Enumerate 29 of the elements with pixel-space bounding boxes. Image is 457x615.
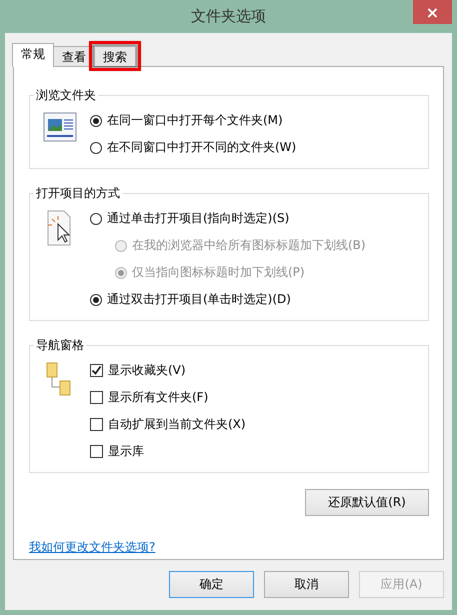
radio-button[interactable]: [90, 212, 102, 224]
option-label: 显示收藏夹(V): [108, 362, 186, 379]
group-title: 打开项目的方式: [35, 185, 121, 202]
option-label: 在同一窗口中打开每个文件夹(M): [107, 112, 283, 129]
checkbox[interactable]: [90, 391, 103, 404]
help-link[interactable]: 我如何更改文件夹选项?: [29, 539, 156, 556]
checkbox[interactable]: [90, 364, 103, 377]
close-button[interactable]: ×: [413, 0, 452, 24]
restore-defaults-button[interactable]: 还原默认值(R): [305, 489, 429, 516]
option-label: 通过单击打开项目(指向时选定)(S): [107, 210, 290, 227]
window-title: 文件夹选项: [191, 7, 266, 26]
dialog-button[interactable]: 取消: [264, 571, 349, 598]
window-icon: [43, 112, 77, 142]
tab[interactable]: 常规: [12, 43, 54, 67]
option-label: 显示库: [108, 443, 144, 460]
radio-button[interactable]: [90, 114, 102, 126]
checkbox[interactable]: [90, 418, 103, 431]
dialog-button[interactable]: 确定: [169, 571, 254, 598]
group-title: 导航窗格: [35, 337, 85, 354]
option-label: 自动扩展到当前文件夹(X): [108, 416, 246, 433]
radio-button[interactable]: [90, 294, 102, 306]
radio-button[interactable]: [90, 142, 102, 154]
option-label: 显示所有文件夹(F): [108, 389, 208, 406]
option-label: 通过双击打开项目(单击时选定)(D): [107, 291, 291, 308]
option-label: 仅当指向图标标题时加下划线(P): [132, 264, 305, 281]
group-title: 浏览文件夹: [35, 87, 97, 104]
option-label: 在我的浏览器中给所有图标标题加下划线(B): [132, 237, 366, 254]
checkbox[interactable]: [90, 445, 103, 458]
option-label: 在不同窗口中打开不同的文件夹(W): [107, 139, 296, 156]
